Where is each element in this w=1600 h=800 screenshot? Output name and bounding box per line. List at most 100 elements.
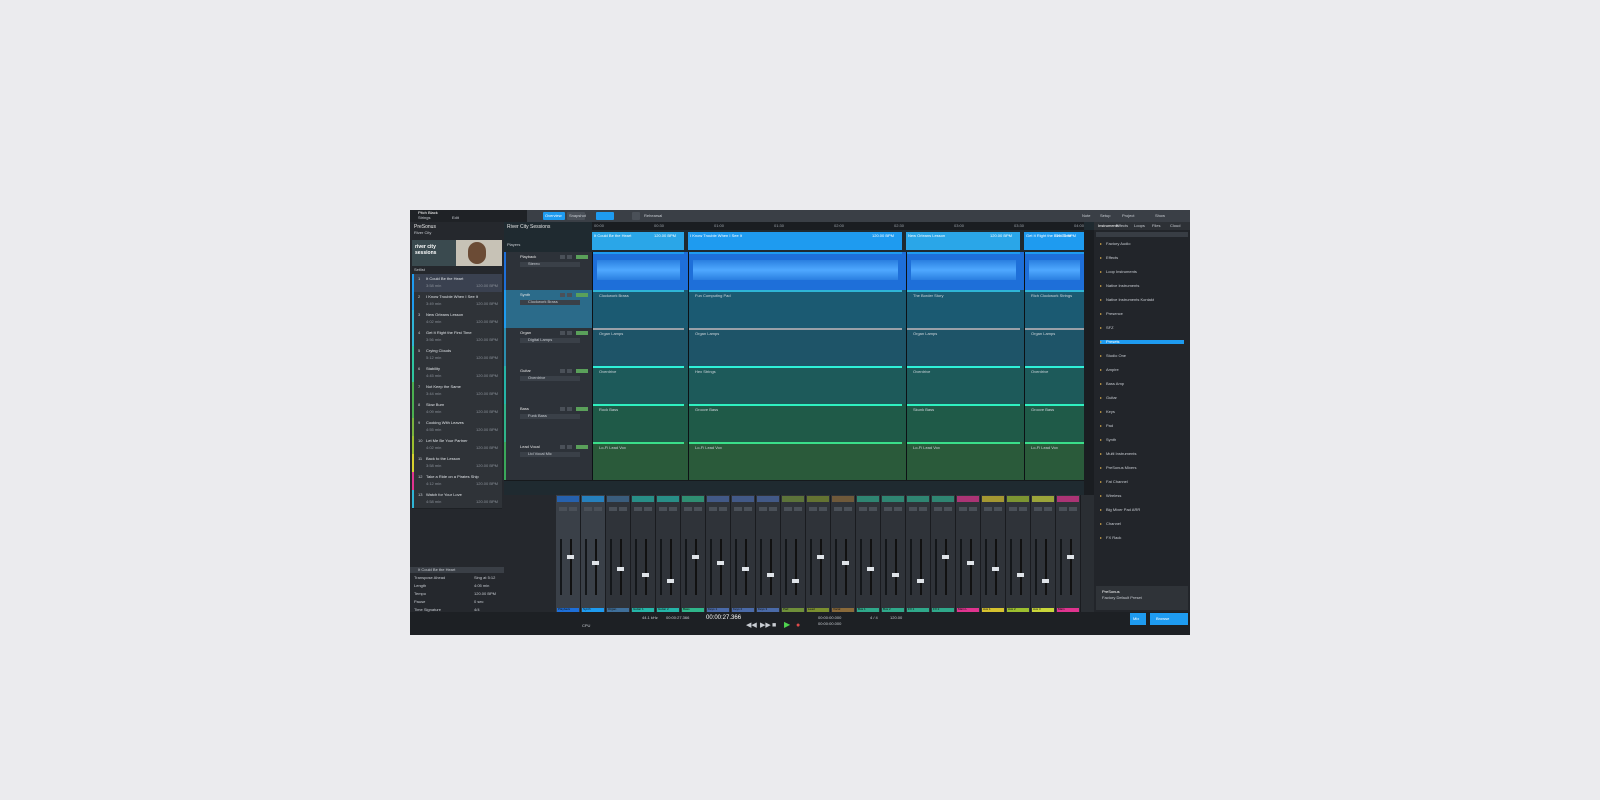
fader-cap[interactable]: [617, 567, 624, 571]
mix-button[interactable]: Mix: [1130, 613, 1146, 625]
mute-button[interactable]: [784, 507, 792, 511]
solo-button[interactable]: [719, 507, 727, 511]
solo-button[interactable]: [594, 507, 602, 511]
song-info[interactable]: Pitch Black Strings Edit: [410, 210, 527, 222]
mute-button[interactable]: [909, 507, 917, 511]
browser-item[interactable]: ▸ Channel: [1100, 521, 1184, 526]
event-clip[interactable]: Skunk Bass: [906, 404, 1020, 442]
browser-item[interactable]: ▸ Presets: [1100, 339, 1184, 344]
solo-button[interactable]: [1019, 507, 1027, 511]
event-clip[interactable]: Organ Lamps: [592, 328, 684, 366]
mute-button[interactable]: [959, 507, 967, 511]
instrument-slot[interactable]: Digital Lamps: [520, 337, 580, 343]
mute-button[interactable]: [934, 507, 942, 511]
browser-tab[interactable]: Files: [1152, 223, 1160, 228]
event-clip[interactable]: [1024, 252, 1084, 290]
volume-fader[interactable]: [645, 539, 647, 595]
browser-item[interactable]: ▸ Keys: [1100, 409, 1184, 414]
volume-fader[interactable]: [570, 539, 572, 595]
solo-button[interactable]: [869, 507, 877, 511]
song-clip[interactable]: New Orleans Lesson 120.00 BPM: [906, 232, 1020, 250]
mute-button[interactable]: [560, 255, 565, 259]
solo-button[interactable]: [567, 293, 572, 297]
solo-button[interactable]: [944, 507, 952, 511]
setlist-item[interactable]: 7 Not Keep the Same 3:44 min 120.00 BPM: [412, 382, 502, 401]
browser-item[interactable]: ▸ Guitar: [1100, 395, 1184, 400]
event-clip[interactable]: Lo-Fi Lead Vox: [592, 442, 684, 480]
mute-button[interactable]: [834, 507, 842, 511]
mute-button[interactable]: [559, 507, 567, 511]
browser-item[interactable]: ▸ Fat Channel: [1100, 479, 1184, 484]
setlist-item[interactable]: 10 Let Me Be Your Partner 4:02 min 120.00 B…: [412, 436, 502, 455]
solo-button[interactable]: [1069, 507, 1077, 511]
mute-button[interactable]: [560, 369, 565, 373]
instrument-slot[interactable]: Clockwork Brass: [520, 299, 580, 305]
browser-tab[interactable]: Loops: [1134, 223, 1145, 228]
fader-cap[interactable]: [642, 573, 649, 577]
volume-fader[interactable]: [670, 539, 672, 595]
setlist-item[interactable]: 11 Back to the Lesson 3:58 min 120.00 BPM: [412, 454, 502, 473]
volume-fader[interactable]: [820, 539, 822, 595]
forward-button[interactable]: ▶▶: [760, 622, 771, 630]
fader-cap[interactable]: [1017, 573, 1024, 577]
track-header[interactable]: Guitar Overdrive: [504, 366, 592, 405]
vertical-scrollbar[interactable]: [1084, 230, 1094, 495]
solo-button[interactable]: [894, 507, 902, 511]
setlist-item[interactable]: 13 Watch for Your Love 4:58 min 120.00 BPM: [412, 490, 502, 509]
volume-fader[interactable]: [720, 539, 722, 595]
browser-item[interactable]: ▸ SFZ: [1100, 325, 1184, 330]
setlist-item[interactable]: 3 New Orleans Lesson 4:02 min 120.00 BPM: [412, 310, 502, 329]
event-clip[interactable]: Overdrive: [1024, 366, 1084, 404]
fader-cap[interactable]: [717, 561, 724, 565]
fader-cap[interactable]: [1042, 579, 1049, 583]
fader-cap[interactable]: [942, 555, 949, 559]
overview-button[interactable]: Overview: [543, 212, 565, 220]
browser-tab[interactable]: Effects: [1116, 223, 1128, 228]
volume-fader[interactable]: [1020, 539, 1022, 595]
browser-item[interactable]: ▸ Pad: [1100, 423, 1184, 428]
song-clip[interactable]: It Could Be the Heart 120.00 BPM: [592, 232, 684, 250]
record-button[interactable]: ●: [796, 622, 800, 630]
fader-cap[interactable]: [817, 555, 824, 559]
browser-item[interactable]: ▸ Ampire: [1100, 367, 1184, 372]
instrument-slot[interactable]: Overdrive: [520, 375, 580, 381]
mute-button[interactable]: [884, 507, 892, 511]
event-clip[interactable]: Clockwork Brass: [592, 290, 684, 328]
fader-cap[interactable]: [742, 567, 749, 571]
event-clip[interactable]: The Border Story: [906, 290, 1020, 328]
mute-button[interactable]: [560, 331, 565, 335]
instrument-slot[interactable]: Stereo: [520, 261, 580, 267]
event-clip[interactable]: Groove Bass: [688, 404, 902, 442]
mute-button[interactable]: [1009, 507, 1017, 511]
solo-button[interactable]: [569, 507, 577, 511]
fader-cap[interactable]: [792, 579, 799, 583]
setlist-item[interactable]: 12 Take a Ride on a Pirates Ship 4:12 min 1…: [412, 472, 502, 491]
fader-cap[interactable]: [767, 573, 774, 577]
event-clip[interactable]: Rock Bass: [592, 404, 684, 442]
event-clip[interactable]: Groove Bass: [1024, 404, 1084, 442]
solo-button[interactable]: [567, 369, 572, 373]
browser-item[interactable]: ▸ Multi Instruments: [1100, 451, 1184, 456]
browser-item[interactable]: ▸ Synth: [1100, 437, 1184, 442]
event-clip[interactable]: Fun Computing Pad: [688, 290, 902, 328]
solo-button[interactable]: [567, 331, 572, 335]
setlist-item[interactable]: 9 Cooking With Leaves 4:55 min 120.00 BPM: [412, 418, 502, 437]
browser-item[interactable]: ▸ Wireless: [1100, 493, 1184, 498]
stop-button[interactable]: ■: [772, 622, 776, 630]
event-clip[interactable]: Lo-Fi Lead Vox: [906, 442, 1020, 480]
instrument-slot[interactable]: Ltd Vocal Mic: [520, 451, 580, 457]
browser-item[interactable]: ▸ Native Instruments: [1100, 283, 1184, 288]
fader-cap[interactable]: [667, 579, 674, 583]
mute-button[interactable]: [560, 293, 565, 297]
mute-button[interactable]: [684, 507, 692, 511]
volume-fader[interactable]: [970, 539, 972, 595]
browser-item[interactable]: ▸ FX Rack: [1100, 535, 1184, 540]
mute-button[interactable]: [609, 507, 617, 511]
fader-cap[interactable]: [842, 561, 849, 565]
track-header[interactable]: Organ Digital Lamps: [504, 328, 592, 367]
event-clip[interactable]: Overdrive: [906, 366, 1020, 404]
edit-button[interactable]: [576, 255, 588, 259]
mute-button[interactable]: [560, 407, 565, 411]
solo-button[interactable]: [567, 407, 572, 411]
volume-fader[interactable]: [920, 539, 922, 595]
